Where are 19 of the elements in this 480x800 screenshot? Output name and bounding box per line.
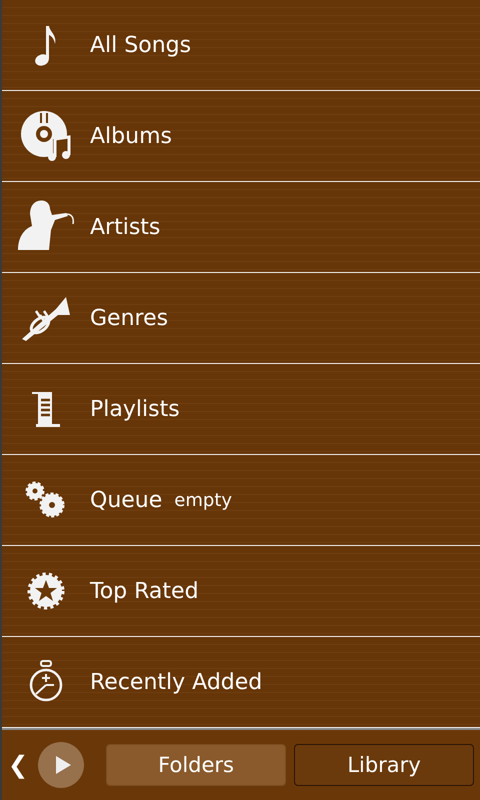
menu-label: Top Rated: [90, 578, 199, 604]
tab[interactable]: Library: [294, 744, 474, 786]
back-button[interactable]: ❮: [6, 751, 30, 779]
play-button[interactable]: [38, 742, 84, 788]
menu-label: Albums: [90, 124, 172, 148]
menu-label: All Songs: [90, 32, 192, 58]
menu-label: Artists: [90, 214, 160, 240]
stopwatch-icon: [28, 660, 64, 704]
menu-label: Playlists: [90, 396, 180, 422]
menu-label: Genres: [90, 306, 168, 330]
play-icon: [54, 755, 72, 775]
tab[interactable]: Folders: [106, 744, 286, 786]
disc-with-notes-icon: [19, 109, 73, 163]
status-note: empty: [174, 490, 232, 510]
scroll-icon: [30, 390, 62, 428]
star-badge-icon: [26, 571, 66, 611]
gears-icon: [25, 481, 67, 519]
menu-label: Recently Added: [90, 670, 262, 694]
menu-label: Queue: [90, 488, 162, 512]
